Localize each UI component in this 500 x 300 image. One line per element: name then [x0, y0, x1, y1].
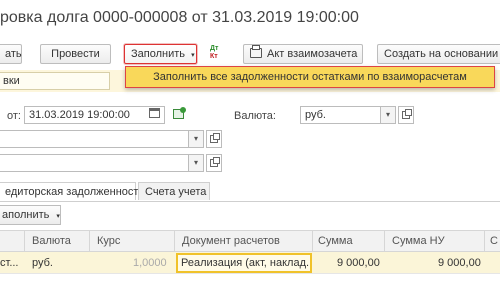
counterparty-input[interactable] — [0, 130, 204, 148]
date-input[interactable]: 31.03.2019 19:00:00 — [24, 106, 165, 124]
open-icon[interactable] — [206, 154, 222, 172]
tab-creditor-debt[interactable]: едиторская задолженность — [0, 182, 144, 200]
date-label: от: — [7, 110, 21, 122]
column-header-sum[interactable]: Сумма — [318, 235, 353, 247]
column-divider — [384, 231, 385, 251]
act-offset-button[interactable]: Акт взаимозачета — [243, 44, 363, 64]
chevron-down-icon[interactable]: ▾ — [188, 154, 204, 172]
column-header-currency[interactable]: Валюта — [32, 235, 71, 247]
calendar-icon[interactable] — [149, 108, 160, 118]
post-and-close-button[interactable]: ать — [0, 44, 22, 64]
fill-button[interactable]: Заполнить ▾ — [124, 44, 197, 64]
post-button[interactable]: Провести — [40, 44, 111, 64]
open-icon[interactable] — [398, 106, 414, 124]
cell-currency[interactable]: руб. — [32, 257, 53, 269]
chevron-down-icon: ▾ — [191, 52, 195, 59]
column-header-rate[interactable]: Курс — [97, 235, 120, 247]
operation-field[interactable]: вки — [0, 72, 110, 90]
cell-sum-nu[interactable]: 9 000,00 — [438, 257, 481, 269]
column-divider — [89, 231, 90, 251]
cell-sum[interactable]: 9 000,00 — [337, 257, 380, 269]
open-icon[interactable] — [206, 130, 222, 148]
calculator-icon[interactable] — [173, 107, 187, 119]
column-divider — [174, 231, 175, 251]
contract-input[interactable] — [0, 154, 204, 172]
table-fill-button[interactable]: аполнить ▾ — [0, 205, 61, 225]
dt-kt-icon[interactable]: Дт Кт — [210, 45, 230, 63]
printer-icon — [250, 45, 262, 58]
create-based-on-label: Создать на основании — [384, 48, 499, 60]
column-header-document[interactable]: Документ расчетов — [182, 235, 280, 247]
column-divider — [312, 231, 313, 251]
column-divider — [24, 231, 25, 251]
chevron-down-icon[interactable]: ▾ — [380, 106, 396, 124]
chevron-down-icon[interactable]: ▾ — [188, 130, 204, 148]
cell-first[interactable]: ст... — [0, 257, 19, 269]
cell-rate[interactable]: 1,0000 — [133, 257, 167, 269]
act-offset-label: Акт взаимозачета — [267, 48, 358, 60]
chevron-down-icon: ▾ — [56, 213, 60, 220]
create-based-on-button[interactable]: Создать на основании ▾ — [377, 44, 500, 64]
column-header-next[interactable]: С — [490, 235, 498, 247]
tab-accounts[interactable]: Счета учета — [138, 182, 210, 200]
currency-label: Валюта: — [234, 110, 276, 122]
column-divider — [484, 231, 485, 251]
fill-menu-item-all-debts[interactable]: Заполнить все задолженности остатками по… — [125, 66, 495, 88]
column-header-sum-nu[interactable]: Сумма НУ — [392, 235, 445, 247]
cell-document[interactable]: Реализация (акт, наклад... — [176, 253, 312, 273]
table-fill-label: аполнить — [2, 209, 50, 221]
fill-button-label: Заполнить — [131, 48, 186, 60]
page-title: ровка долга 0000-000008 от 31.03.2019 19… — [0, 9, 359, 26]
